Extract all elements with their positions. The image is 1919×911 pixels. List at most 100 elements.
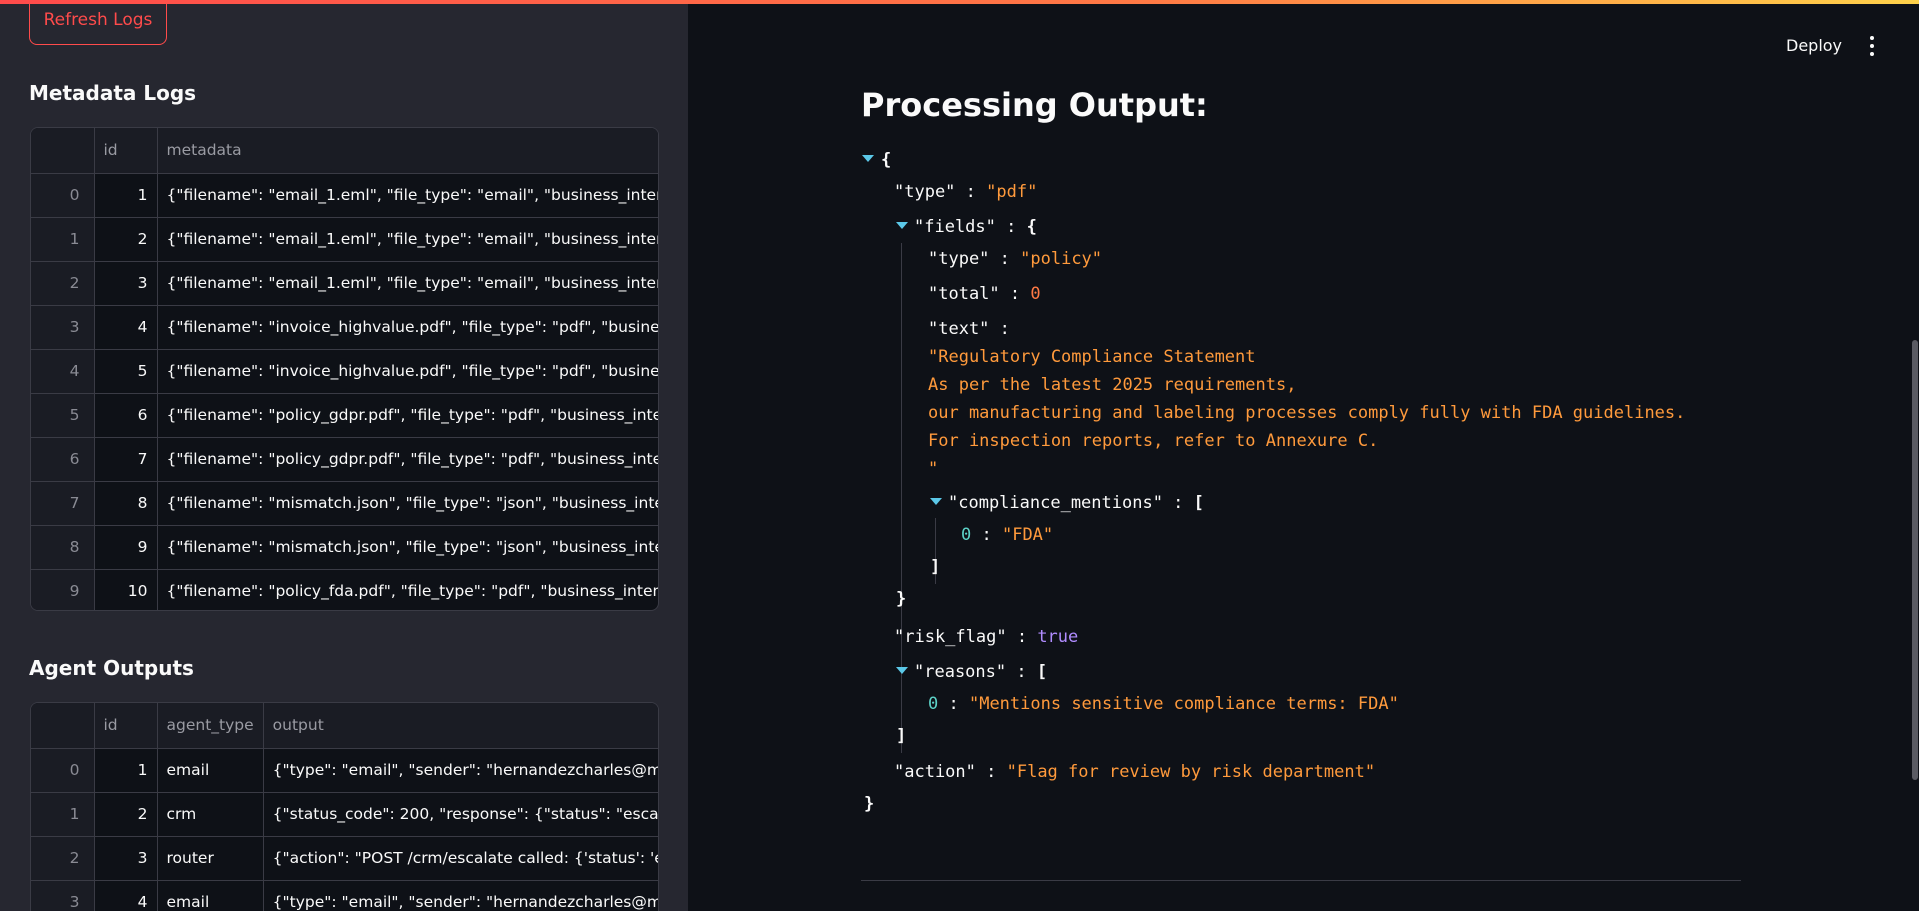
json-open-brace: { xyxy=(881,150,892,170)
json-key: "type" xyxy=(928,249,990,269)
json-bracket: [ xyxy=(1036,662,1048,682)
cell-agent-type[interactable]: email xyxy=(157,880,264,911)
table-row[interactable]: 0 1 {"filename": "email_1.eml", "file_type… xyxy=(31,173,658,218)
cell-id[interactable]: 6 xyxy=(94,393,158,438)
json-close-bracket: ] xyxy=(896,726,907,746)
cell-metadata[interactable]: {"filename": "email_1.eml", "file_type":… xyxy=(157,261,658,306)
json-key: "action" xyxy=(894,762,976,782)
cell-metadata[interactable]: {"filename": "policy_gdpr.pdf", "file_ty… xyxy=(157,437,658,482)
cell-id[interactable]: 3 xyxy=(94,836,158,881)
row-index: 9 xyxy=(31,569,95,610)
cell-metadata[interactable]: {"filename": "mismatch.json", "file_type… xyxy=(157,481,658,526)
json-close-bracket: ] xyxy=(930,557,941,577)
json-line-compliance-item: 0 : "FDA" xyxy=(961,523,1053,547)
cell-id[interactable]: 2 xyxy=(94,792,158,837)
json-colon: : xyxy=(955,182,987,202)
cell-output[interactable]: {"status_code": 200, "response": {"statu… xyxy=(263,792,658,837)
cell-id[interactable]: 7 xyxy=(94,437,158,482)
collapse-compliance-icon[interactable] xyxy=(930,498,942,505)
cell-id[interactable]: 9 xyxy=(94,525,158,570)
cell-metadata[interactable]: {"filename": "email_1.eml", "file_type":… xyxy=(157,217,658,262)
table-row[interactable]: 5 6 {"filename": "policy_gdpr.pdf", "file_… xyxy=(31,393,658,438)
column-header-index[interactable] xyxy=(31,128,95,174)
json-value: "FDA" xyxy=(1001,525,1054,545)
cell-id[interactable]: 4 xyxy=(94,305,158,350)
cell-metadata[interactable]: {"filename": "mismatch.json", "file_type… xyxy=(157,525,658,570)
table-row[interactable]: 1 2 {"filename": "email_1.eml", "file_type… xyxy=(31,217,658,262)
column-header-agent-type[interactable]: agent_type xyxy=(157,703,264,749)
table-row[interactable]: 3 4 {"filename": "invoice_highvalue.pdf", … xyxy=(31,305,658,350)
agent-outputs-title: Agent Outputs xyxy=(29,656,194,680)
json-colon: : xyxy=(1006,662,1037,682)
cell-metadata[interactable]: {"filename": "policy_fda.pdf", "file_typ… xyxy=(157,569,658,610)
cell-metadata[interactable]: {"filename": "email_1.eml", "file_type":… xyxy=(157,173,658,218)
json-text-line: " xyxy=(928,459,939,479)
table-row[interactable]: 8 9 {"filename": "mismatch.json", "file_ty… xyxy=(31,525,658,570)
more-options-icon[interactable] xyxy=(1866,36,1878,56)
cell-output[interactable]: {"action": "POST /crm/escalate called: {… xyxy=(263,836,658,881)
table-row[interactable]: 2 3 router {"action": "POST /crm/escalate c… xyxy=(31,836,658,881)
json-close-brace: } xyxy=(896,589,907,609)
cell-metadata[interactable]: {"filename": "invoice_highvalue.pdf", "f… xyxy=(157,349,658,394)
json-close-brace: } xyxy=(864,794,875,814)
table-row[interactable]: 3 4 email {"type": "email", "sender": "hern… xyxy=(31,880,658,911)
column-header-index[interactable] xyxy=(31,703,95,749)
cell-id[interactable]: 8 xyxy=(94,481,158,526)
cell-id[interactable]: 4 xyxy=(94,880,158,911)
table-row[interactable]: 7 8 {"filename": "mismatch.json", "file_ty… xyxy=(31,481,658,526)
cell-metadata[interactable]: {"filename": "invoice_highvalue.pdf", "f… xyxy=(157,305,658,350)
column-header-id[interactable]: id xyxy=(94,703,158,749)
agent-outputs-table[interactable]: id agent_type output 0 1 email {"type": "em… xyxy=(30,702,659,911)
cell-id[interactable]: 5 xyxy=(94,349,158,394)
table-row[interactable]: 6 7 {"filename": "policy_gdpr.pdf", "file_… xyxy=(31,437,658,482)
cell-output[interactable]: {"type": "email", "sender": "hernandezch… xyxy=(263,748,658,793)
cell-id[interactable]: 10 xyxy=(94,569,158,610)
cell-agent-type[interactable]: email xyxy=(157,748,264,793)
cell-agent-type[interactable]: crm xyxy=(157,792,264,837)
cell-agent-type[interactable]: router xyxy=(157,836,264,881)
json-key: "risk_flag" xyxy=(894,627,1007,647)
json-line-compliance: "compliance_mentions" : [ xyxy=(948,491,1204,515)
cell-id[interactable]: 1 xyxy=(94,748,158,793)
column-header-output[interactable]: output xyxy=(263,703,658,749)
json-text-line: As per the latest 2025 requirements, xyxy=(928,375,1297,395)
deploy-button[interactable]: Deploy xyxy=(1786,36,1842,55)
column-header-metadata[interactable]: metadata xyxy=(157,128,658,174)
row-index: 1 xyxy=(31,217,95,262)
table-row[interactable]: 2 3 {"filename": "email_1.eml", "file_type… xyxy=(31,261,658,306)
collapse-fields-icon[interactable] xyxy=(896,222,908,229)
json-line-reasons: "reasons" : [ xyxy=(914,660,1047,684)
json-key: "text" xyxy=(928,319,990,339)
table-row[interactable]: 4 5 {"filename": "invoice_highvalue.pdf", … xyxy=(31,349,658,394)
table-header-row: id agent_type output xyxy=(31,703,658,749)
table-row[interactable]: 1 2 crm {"status_code": 200, "response": {"… xyxy=(31,792,658,837)
row-index: 3 xyxy=(31,305,95,350)
table-row[interactable]: 0 1 email {"type": "email", "sender": "hern… xyxy=(31,748,658,793)
json-text-line: For inspection reports, refer to Annexur… xyxy=(928,431,1379,451)
cell-id[interactable]: 3 xyxy=(94,261,158,306)
top-decoration-bar xyxy=(0,0,1919,4)
json-colon: : xyxy=(971,525,1002,545)
collapse-reasons-icon[interactable] xyxy=(896,667,908,674)
divider xyxy=(861,880,1741,881)
table-row[interactable]: 9 10 {"filename": "policy_fda.pdf", "file_… xyxy=(31,569,658,610)
sidebar: Refresh Logs Metadata Logs id metadata 0… xyxy=(0,0,688,911)
json-colon: : xyxy=(989,319,1021,339)
row-index: 7 xyxy=(31,481,95,526)
cell-output[interactable]: {"type": "email", "sender": "hernandezch… xyxy=(263,880,658,911)
row-index: 8 xyxy=(31,525,95,570)
scrollbar[interactable] xyxy=(1912,340,1918,780)
json-key: "type" xyxy=(894,182,956,202)
json-line-type: "type" : "pdf" xyxy=(894,180,1037,204)
column-header-id[interactable]: id xyxy=(94,128,158,174)
json-value: "Flag for review by risk department" xyxy=(1006,762,1376,782)
refresh-logs-button[interactable]: Refresh Logs xyxy=(29,0,167,45)
collapse-root-icon[interactable] xyxy=(862,155,874,162)
json-index: 0 xyxy=(928,694,939,714)
json-value: "Mentions sensitive compliance terms: FD… xyxy=(968,694,1399,714)
metadata-logs-table[interactable]: id metadata 0 1 {"filename": "email_1.eml"… xyxy=(30,127,659,611)
cell-id[interactable]: 1 xyxy=(94,173,158,218)
cell-id[interactable]: 2 xyxy=(94,217,158,262)
cell-metadata[interactable]: {"filename": "policy_gdpr.pdf", "file_ty… xyxy=(157,393,658,438)
json-value: true xyxy=(1037,627,1079,647)
